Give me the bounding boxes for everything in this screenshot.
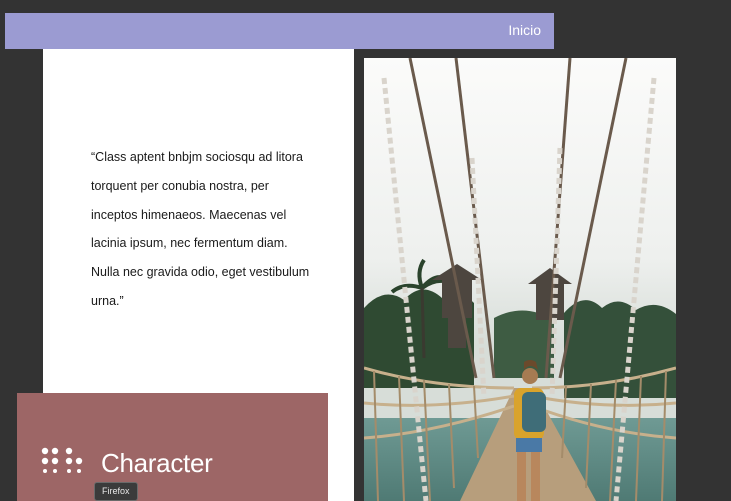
tooltip: Firefox xyxy=(94,482,138,501)
hero-photo xyxy=(364,58,676,501)
brand-name: Character xyxy=(101,448,213,478)
quote-text: “Class aptent bnbjm sociosqu ad litora t… xyxy=(91,150,310,308)
dot-grid-logo-icon xyxy=(41,447,83,473)
brand-card: Character xyxy=(17,393,328,501)
top-navigation-bar: Inicio xyxy=(5,13,554,49)
nav-link-inicio[interactable]: Inicio xyxy=(508,22,541,38)
bridge-photo-image xyxy=(364,58,676,501)
